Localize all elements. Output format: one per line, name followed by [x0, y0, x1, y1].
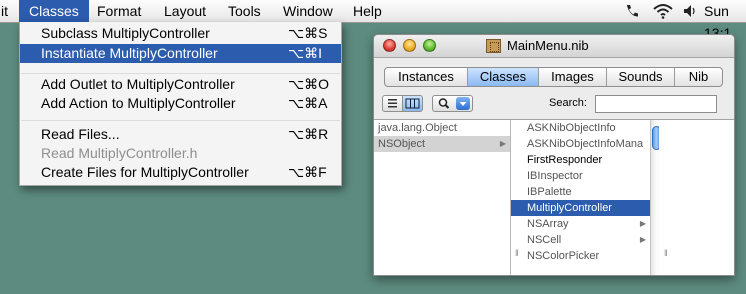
class-label: IBInspector — [527, 170, 583, 182]
minimize-button[interactable] — [403, 39, 416, 52]
popup-arrow — [456, 97, 470, 110]
phone-icon[interactable] — [622, 0, 640, 22]
tab-bar: Instances Classes Images Sounds Nib — [384, 67, 723, 87]
class-row[interactable]: ASKNibObjectInfoMana — [511, 136, 650, 152]
menu-separator — [21, 73, 340, 74]
search-scope-popup[interactable] — [432, 95, 473, 112]
class-label: NSColorPicker — [527, 250, 600, 262]
menu-item-shortcut: ⌥⌘O — [288, 76, 330, 92]
class-label: ASKNibObjectInfo — [527, 122, 616, 134]
column-scrollbar[interactable] — [650, 120, 659, 275]
wifi-icon[interactable] — [652, 0, 674, 22]
class-row[interactable]: NSArray ▶ — [511, 216, 650, 232]
disclosure-arrow-icon: ▶ — [639, 235, 646, 244]
menu-item-label: Add Outlet to MultiplyController — [41, 76, 235, 92]
disclosure-arrow-icon: ▶ — [499, 139, 506, 148]
browser-column-1: java.lang.Object NSObject ▶ — [374, 120, 511, 275]
column-resize-handle[interactable]: ‖ — [664, 248, 668, 258]
menu-item-label: Subclass MultiplyController — [41, 25, 210, 41]
browser-column-2: ASKNibObjectInfo ASKNibObjectInfoMana Fi… — [511, 120, 659, 275]
class-label: NSCell — [527, 234, 562, 246]
menu-help[interactable]: Help — [343, 0, 392, 22]
column-view-icon — [405, 98, 420, 109]
menu-item-shortcut: ⌥⌘F — [288, 164, 327, 180]
class-row[interactable]: ASKNibObjectInfo — [511, 120, 650, 136]
class-row-nsobject[interactable]: NSObject ▶ — [374, 136, 510, 152]
menu-item-label: Create Files for MultiplyController — [41, 164, 249, 180]
class-label: ASKNibObjectInfoMana — [527, 138, 644, 150]
menu-item-shortcut: ⌥⌘A — [288, 95, 328, 111]
menu-item-label: Read MultiplyController.h — [41, 145, 198, 161]
menu-item-label: Instantiate MultiplyController — [41, 45, 218, 61]
class-label: MultiplyController — [527, 202, 612, 214]
class-label: NSObject — [378, 138, 426, 150]
tab-instances[interactable]: Instances — [385, 68, 468, 86]
menu-classes[interactable]: Classes — [19, 0, 89, 22]
nib-file-icon — [486, 39, 501, 53]
menu-item-add-outlet[interactable]: Add Outlet to MultiplyController ⌥⌘O — [20, 75, 341, 94]
window-title: MainMenu.nib — [507, 38, 589, 53]
tab-sounds[interactable]: Sounds — [607, 68, 675, 86]
menu-tools[interactable]: Tools — [218, 0, 271, 22]
nib-window: MainMenu.nib Instances Classes Images So… — [373, 34, 735, 276]
menu-item-label: Add Action to MultiplyController — [41, 95, 236, 111]
class-row[interactable]: FirstResponder — [511, 152, 650, 168]
menubar: it Classes Format Layout Tools Window He… — [0, 0, 746, 41]
class-row[interactable]: NSCell ▶ — [511, 232, 650, 248]
class-label: FirstResponder — [527, 154, 603, 166]
menu-item-instantiate[interactable]: Instantiate MultiplyController ⌥⌘I — [20, 44, 341, 63]
menu-item-subclass[interactable]: Subclass MultiplyController ⌥⌘S — [20, 24, 341, 43]
class-row[interactable]: NSColorPicker — [511, 248, 650, 264]
class-label: java.lang.Object — [378, 122, 457, 134]
menu-window[interactable]: Window — [273, 0, 343, 22]
chevron-down-icon — [459, 102, 467, 106]
menu-layout[interactable]: Layout — [154, 0, 216, 22]
tab-images[interactable]: Images — [539, 68, 607, 86]
window-titlebar[interactable]: MainMenu.nib — [374, 35, 734, 58]
list-view-icon — [388, 99, 397, 108]
toolbar: Search: — [374, 93, 734, 117]
scrollbar-thumb[interactable] — [652, 126, 659, 150]
search-label: Search: — [549, 97, 587, 109]
close-button[interactable] — [383, 39, 396, 52]
search-input[interactable] — [595, 95, 717, 113]
class-label: IBPalette — [527, 186, 572, 198]
menu-separator — [21, 120, 340, 121]
volume-icon[interactable] — [682, 0, 698, 22]
disclosure-arrow-icon: ▶ — [639, 219, 646, 228]
class-label: NSArray — [527, 218, 569, 230]
menu-item-shortcut: ⌥⌘I — [288, 45, 323, 61]
zoom-button[interactable] — [423, 39, 436, 52]
column-resize-handle[interactable]: ‖ — [515, 248, 519, 258]
tab-classes[interactable]: Classes — [468, 68, 539, 86]
tab-nib[interactable]: Nib — [675, 68, 722, 86]
menu-item-label: Read Files... — [41, 126, 120, 142]
menu-item-read-files[interactable]: Read Files... ⌥⌘R — [20, 125, 341, 144]
menu-item-create-files[interactable]: Create Files for MultiplyController ⌥⌘F — [20, 163, 341, 182]
menu-item-read-header: Read MultiplyController.h — [20, 144, 341, 163]
class-row[interactable]: IBPalette — [511, 184, 650, 200]
menu-item-shortcut: ⌥⌘S — [288, 25, 328, 41]
menu-item-shortcut: ⌥⌘R — [288, 126, 329, 142]
class-row-selected[interactable]: MultiplyController — [511, 200, 650, 216]
class-browser: java.lang.Object NSObject ▶ ASKNibObject… — [374, 119, 734, 275]
classes-menu: Subclass MultiplyController ⌥⌘S Instanti… — [19, 22, 342, 186]
class-row[interactable]: IBInspector — [511, 168, 650, 184]
menu-format[interactable]: Format — [87, 0, 151, 22]
list-view-button[interactable] — [382, 95, 403, 112]
class-row-java-lang-object[interactable]: java.lang.Object — [374, 120, 510, 136]
menubar-clock[interactable]: Sun 13:1 — [704, 0, 746, 41]
browser-view-button[interactable] — [402, 95, 423, 112]
browser-column-3: ‖ — [660, 120, 734, 275]
menu-edit[interactable]: it — [0, 0, 18, 22]
menu-item-add-action[interactable]: Add Action to MultiplyController ⌥⌘A — [20, 94, 341, 113]
